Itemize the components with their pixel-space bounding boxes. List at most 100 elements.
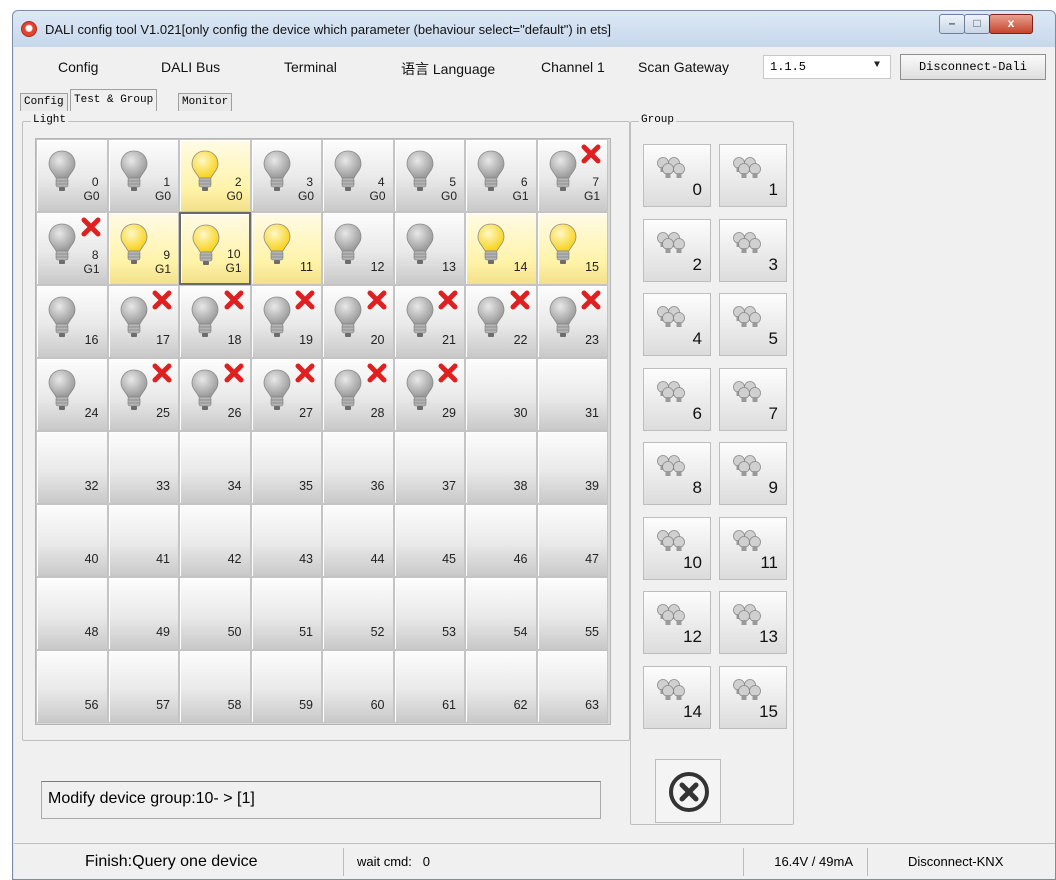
tab-test-group[interactable]: Test & Group [70, 89, 158, 111]
group-button[interactable]: 9 [719, 442, 787, 505]
device-number: 42 [227, 552, 242, 566]
device-cell[interactable]: 38 [465, 431, 537, 504]
menu-dali-bus[interactable]: DALI Bus [161, 59, 220, 75]
device-cell[interactable]: 14 [465, 212, 537, 285]
device-cell[interactable]: 36 [322, 431, 394, 504]
device-cell[interactable]: 26 [179, 358, 251, 431]
device-cell[interactable]: 24 [36, 358, 108, 431]
remove-group-button[interactable] [655, 759, 721, 823]
device-cell[interactable]: 35 [250, 431, 322, 504]
title-bar[interactable]: DALI config tool V1.021[only config the … [13, 11, 1055, 47]
group-button[interactable]: 12 [643, 591, 711, 654]
group-button[interactable]: 7 [719, 367, 787, 431]
device-cell[interactable]: 57 [107, 650, 179, 723]
device-cell[interactable]: 44 [322, 504, 394, 577]
device-cell[interactable]: 17 [107, 285, 179, 358]
device-cell[interactable]: 42 [179, 504, 251, 577]
device-cell[interactable]: 31 [536, 358, 608, 431]
device-cell[interactable]: 0 G0 [36, 139, 108, 212]
address-select[interactable]: 1.1.5 ▼ [763, 55, 891, 79]
device-cell[interactable]: 27 [250, 358, 322, 431]
device-cell[interactable]: 63 [536, 650, 608, 723]
device-cell[interactable]: 49 [107, 577, 179, 650]
device-cell[interactable]: 37 [393, 431, 465, 504]
group-button[interactable]: 5 [719, 293, 787, 356]
device-cell[interactable]: 30 [465, 358, 537, 431]
device-cell[interactable]: 13 [393, 212, 465, 285]
device-cell[interactable]: 5 G0 [393, 139, 465, 212]
device-number: 52 [370, 625, 385, 639]
device-cell[interactable]: 43 [250, 504, 322, 577]
device-cell[interactable]: 47 [536, 504, 608, 577]
device-cell[interactable]: 15 [536, 212, 608, 285]
group-button[interactable]: 13 [719, 591, 787, 654]
device-cell[interactable]: 34 [179, 431, 251, 504]
device-cell[interactable]: 19 [250, 285, 322, 358]
device-cell[interactable]: 54 [465, 577, 537, 650]
device-number: 29 [442, 406, 456, 420]
device-cell[interactable]: 25 [107, 358, 179, 431]
group-button[interactable]: 3 [719, 218, 787, 282]
device-cell[interactable]: 18 [179, 285, 251, 358]
device-cell[interactable]: 33 [107, 431, 179, 504]
device-cell[interactable]: 50 [179, 577, 251, 650]
menu-language[interactable]: 语言 Language [401, 59, 495, 79]
group-button[interactable]: 4 [643, 293, 711, 356]
group-button[interactable]: 15 [719, 665, 787, 729]
device-cell[interactable]: 39 [536, 431, 608, 504]
device-cell[interactable]: 52 [322, 577, 394, 650]
device-cell[interactable]: 12 [322, 212, 394, 285]
menu-config[interactable]: Config [58, 59, 98, 75]
group-button[interactable]: 0 [643, 144, 711, 207]
device-cell[interactable]: 8 G1 [36, 212, 108, 285]
group-button[interactable]: 11 [719, 516, 787, 580]
device-cell[interactable]: 7 G1 [536, 139, 608, 212]
device-cell[interactable]: 46 [465, 504, 537, 577]
device-cell[interactable]: 10 G1 [179, 212, 251, 285]
device-cell[interactable]: 2 G0 [179, 139, 251, 212]
device-cell[interactable]: 55 [536, 577, 608, 650]
device-cell[interactable]: 41 [107, 504, 179, 577]
device-cell[interactable]: 48 [36, 577, 108, 650]
device-cell[interactable]: 6 G1 [465, 139, 537, 212]
device-cell[interactable]: 3 G0 [250, 139, 322, 212]
device-cell[interactable]: 32 [36, 431, 108, 504]
device-cell[interactable]: 21 [393, 285, 465, 358]
disconnect-dali-button[interactable]: Disconnect-Dali [900, 54, 1046, 80]
device-cell[interactable]: 1 G0 [107, 139, 179, 212]
group-button[interactable]: 14 [643, 665, 711, 729]
device-cell[interactable]: 9 G1 [107, 212, 179, 285]
device-cell[interactable]: 60 [322, 650, 394, 723]
device-cell[interactable]: 11 [250, 212, 322, 285]
device-cell[interactable]: 4 G0 [322, 139, 394, 212]
tab-config[interactable]: Config [20, 93, 68, 111]
device-cell[interactable]: 56 [36, 650, 108, 723]
tab-monitor[interactable]: Monitor [178, 93, 233, 111]
menu-scan-gateway[interactable]: Scan Gateway [638, 59, 729, 75]
minimize-button[interactable]: – [939, 14, 965, 34]
group-button[interactable]: 6 [643, 367, 711, 431]
device-cell[interactable]: 28 [322, 358, 394, 431]
device-cell[interactable]: 61 [393, 650, 465, 723]
device-cell[interactable]: 29 [393, 358, 465, 431]
device-cell[interactable]: 59 [250, 650, 322, 723]
device-cell[interactable]: 16 [36, 285, 108, 358]
maximize-button[interactable]: □ [964, 14, 990, 34]
group-button[interactable]: 1 [719, 144, 787, 207]
device-cell[interactable]: 23 [536, 285, 608, 358]
device-cell[interactable]: 45 [393, 504, 465, 577]
device-cell[interactable]: 58 [179, 650, 251, 723]
device-cell[interactable]: 40 [36, 504, 108, 577]
group-button[interactable]: 2 [643, 218, 711, 282]
menu-channel[interactable]: Channel 1 [541, 59, 605, 75]
close-button[interactable]: x [989, 14, 1033, 34]
device-cell[interactable]: 22 [465, 285, 537, 358]
device-cell[interactable]: 53 [393, 577, 465, 650]
device-cell[interactable]: 51 [250, 577, 322, 650]
device-number: 40 [84, 552, 99, 566]
device-cell[interactable]: 62 [465, 650, 537, 723]
group-button[interactable]: 8 [643, 442, 711, 505]
device-cell[interactable]: 20 [322, 285, 394, 358]
group-button[interactable]: 10 [643, 516, 711, 580]
menu-terminal[interactable]: Terminal [284, 59, 337, 75]
